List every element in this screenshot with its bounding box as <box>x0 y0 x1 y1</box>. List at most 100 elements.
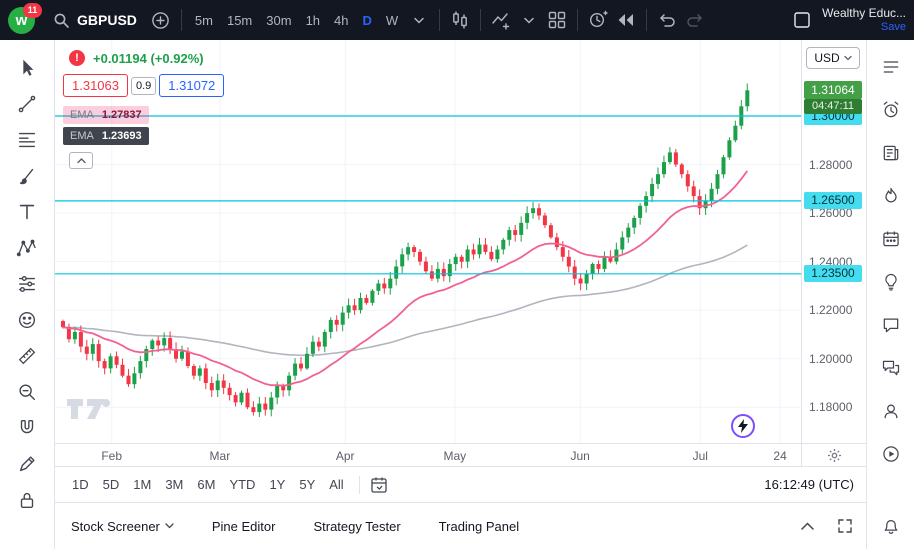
emoji-tool-button[interactable] <box>13 306 41 334</box>
candlestick-chart[interactable] <box>55 40 801 443</box>
watchlist-button[interactable] <box>878 54 904 80</box>
maximize-panel-button[interactable] <box>838 519 852 533</box>
magnet-tool-button[interactable] <box>13 414 41 442</box>
panel-tab-label: Stock Screener <box>71 519 160 534</box>
drawing-toolbar <box>0 40 55 549</box>
symbol-name[interactable]: GBPUSD <box>77 12 137 28</box>
alert-clock-icon <box>588 10 608 30</box>
collapse-legend-button[interactable] <box>69 152 93 169</box>
buy-button[interactable]: 1.31072 <box>159 74 224 97</box>
bar-countdown-badge: 04:47:11 <box>804 99 862 114</box>
interval-dropdown-button[interactable] <box>405 6 433 34</box>
interval-D[interactable]: D <box>356 9 379 32</box>
interval-30m[interactable]: 30m <box>259 9 298 32</box>
collapse-panel-button[interactable] <box>801 522 814 530</box>
axis-settings-corner[interactable] <box>801 443 866 466</box>
measure-tool-button[interactable] <box>13 342 41 370</box>
range-3m[interactable]: 3M <box>158 473 190 496</box>
lightbulb-icon <box>881 272 901 292</box>
layout-grid-button[interactable] <box>543 6 571 34</box>
news-button[interactable] <box>878 140 904 166</box>
chevron-down-icon <box>844 55 852 61</box>
error-badge-icon[interactable]: ! <box>69 50 85 66</box>
chat-button[interactable] <box>878 312 904 338</box>
indicator-templates-button[interactable] <box>515 6 543 34</box>
compare-add-button[interactable] <box>147 6 175 34</box>
layout-name-widget[interactable]: Wealthy Educ... Save <box>822 7 906 33</box>
redo-button[interactable] <box>681 6 709 34</box>
range-5d[interactable]: 5D <box>96 473 127 496</box>
lock-drawings-button[interactable] <box>13 486 41 514</box>
brush-tool-button[interactable] <box>13 162 41 190</box>
indicators-button[interactable] <box>487 6 515 34</box>
calendar-icon <box>881 229 901 249</box>
hotlists-button[interactable] <box>878 183 904 209</box>
currency-selector[interactable]: USD <box>806 47 860 69</box>
ideas-button[interactable] <box>878 269 904 295</box>
range-ytd[interactable]: YTD <box>222 473 262 496</box>
pattern-tool-button[interactable] <box>13 234 41 262</box>
redo-arrow-icon <box>686 13 704 27</box>
chat-bubble-icon <box>881 315 901 335</box>
chart-plot[interactable]: ! +0.01194 (+0.92%) 1.31063 0.9 1.31072 … <box>55 40 801 443</box>
range-1m[interactable]: 1M <box>126 473 158 496</box>
layout-name[interactable]: Wealthy Educ... <box>822 7 906 21</box>
prediction-tool-button[interactable] <box>13 270 41 298</box>
chart-style-button[interactable] <box>446 6 474 34</box>
xabcd-pattern-icon <box>16 237 38 259</box>
notifications-button[interactable] <box>878 513 904 539</box>
draw-tool-button[interactable] <box>13 450 41 478</box>
calendar-button[interactable] <box>878 226 904 252</box>
undo-button[interactable] <box>653 6 681 34</box>
price-axis[interactable]: USD 1.280001.260001.240001.220001.200001… <box>801 40 866 443</box>
person-icon <box>881 401 901 421</box>
interval-4h[interactable]: 4h <box>327 9 355 32</box>
ema-legend-row[interactable]: EMA 1.27837 <box>63 106 149 124</box>
trend-line-tool-button[interactable] <box>13 90 41 118</box>
spread-value: 0.9 <box>131 77 156 95</box>
quick-trade-button[interactable] <box>731 414 755 438</box>
save-layout-button[interactable] <box>788 6 816 34</box>
panel-tab-trading-panel[interactable]: Trading Panel <box>439 519 519 534</box>
save-link[interactable]: Save <box>881 21 906 34</box>
bottom-panel-bar: Stock Screener Pine Editor Strategy Tester… <box>55 502 866 549</box>
utc-clock[interactable]: 16:12:49 (UTC) <box>764 477 854 492</box>
interval-15m[interactable]: 15m <box>220 9 259 32</box>
comments-button[interactable] <box>878 355 904 381</box>
symbol-search-button[interactable] <box>47 6 75 34</box>
panel-tab-pine-editor[interactable]: Pine Editor <box>212 519 276 534</box>
range-all[interactable]: All <box>322 473 350 496</box>
calendar-go-icon <box>370 476 388 494</box>
watchlist-icon <box>881 57 901 77</box>
interval-W[interactable]: W <box>379 9 405 32</box>
bar-replay-button[interactable] <box>612 6 640 34</box>
indicator-name: EMA <box>70 130 94 142</box>
tutorials-button[interactable] <box>878 441 904 467</box>
time-axis[interactable]: FebMarAprMayJunJul24 <box>55 443 801 466</box>
undo-arrow-icon <box>658 13 676 27</box>
panel-tab-stock-screener[interactable]: Stock Screener <box>71 519 174 534</box>
go-to-date-button[interactable] <box>368 474 390 496</box>
streams-button[interactable] <box>878 398 904 424</box>
panel-tab-strategy-tester[interactable]: Strategy Tester <box>313 519 400 534</box>
right-sidebar <box>866 40 914 549</box>
fib-retracement-tool-button[interactable] <box>13 126 41 154</box>
alerts-button[interactable] <box>878 97 904 123</box>
account-logo[interactable]: w 11 <box>8 7 35 34</box>
alarm-clock-icon <box>881 100 901 120</box>
zoom-tool-button[interactable] <box>13 378 41 406</box>
range-1d[interactable]: 1D <box>65 473 96 496</box>
toolbar-separator <box>359 476 360 494</box>
create-alert-button[interactable] <box>584 6 612 34</box>
ema-legend-row[interactable]: EMA 1.23693 <box>63 127 149 145</box>
lightning-bolt-icon <box>738 419 748 433</box>
text-tool-button[interactable] <box>13 198 41 226</box>
interval-5m[interactable]: 5m <box>188 9 220 32</box>
range-6m[interactable]: 6M <box>190 473 222 496</box>
sell-button[interactable]: 1.31063 <box>63 74 128 97</box>
interval-1h[interactable]: 1h <box>299 9 327 32</box>
range-1y[interactable]: 1Y <box>262 473 292 496</box>
cursor-tool-button[interactable] <box>13 54 41 82</box>
range-5y[interactable]: 5Y <box>292 473 322 496</box>
candles-icon <box>450 10 470 30</box>
